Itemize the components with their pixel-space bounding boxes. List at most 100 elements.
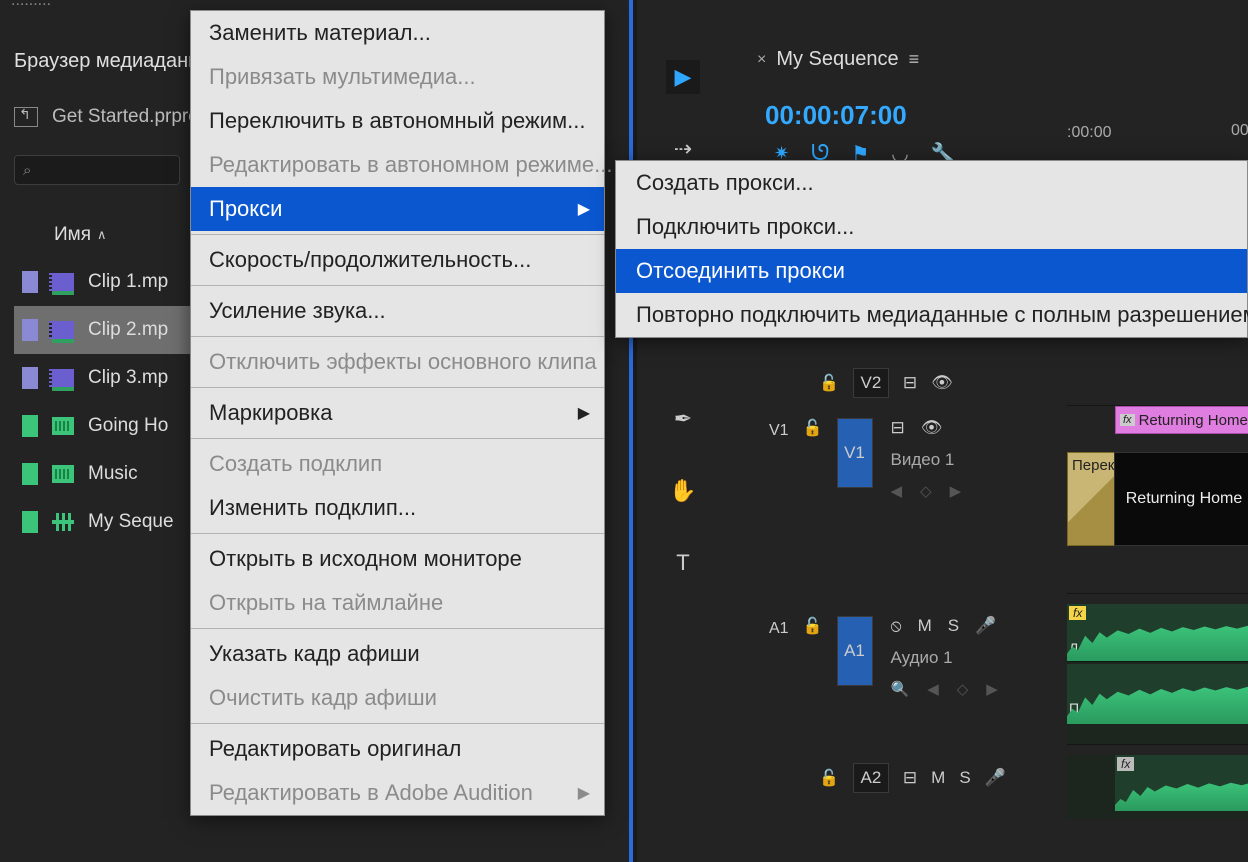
sync-lock-icon[interactable]: ⊟ (891, 418, 905, 438)
folder-up-icon[interactable] (14, 107, 38, 127)
menu-item-replace-footage[interactable]: Заменить материал... (191, 11, 604, 55)
eye-icon[interactable]: 👁 (931, 373, 953, 393)
list-item[interactable]: My Seque (14, 498, 190, 546)
eye-icon[interactable]: 👁 (921, 418, 943, 438)
submenu-item-attach-proxies[interactable]: Подключить прокси... (616, 205, 1247, 249)
source-patch-v1[interactable]: V1 (769, 422, 789, 440)
list-item[interactable]: Going Ho (14, 402, 190, 450)
menu-item-make-offline[interactable]: Переключить в автономный режим... (191, 99, 604, 143)
menu-item-make-subclip: Создать подклип (191, 442, 604, 486)
track-header-a1[interactable]: A1 🔓 A1 ⦸ M S 🎤 Аудио 1 🔍 ◀ ◇ ▶ (747, 604, 1067, 745)
track-target-a1[interactable]: A1 (837, 616, 873, 686)
track-v2-lane[interactable] (1067, 360, 1248, 406)
track-a2-lane[interactable]: fx (1067, 755, 1248, 819)
track-v1-lane[interactable]: fx Returning Home Перек Returning Home (1067, 406, 1248, 594)
mute-button[interactable]: M (918, 616, 932, 636)
mute-button[interactable]: M (931, 768, 945, 788)
solo-button[interactable]: S (948, 616, 959, 636)
solo-button[interactable]: S (959, 768, 970, 788)
menu-item-label: Переключить в автономный режим... (209, 108, 586, 133)
zoom-icon[interactable]: 🔍 (891, 680, 910, 698)
prev-key-icon[interactable]: ◀ (927, 680, 939, 698)
menu-item-audio-gain[interactable]: Усиление звука... (191, 289, 604, 333)
track-target-v1[interactable]: V1 (837, 418, 873, 488)
selection-tool[interactable]: ▶ (666, 60, 700, 94)
menu-item-label: Очистить кадр афиши (209, 685, 437, 710)
menu-item-proxy[interactable]: Прокси▶ (191, 187, 604, 231)
source-patch-a1[interactable]: A1 (769, 620, 789, 638)
list-item[interactable]: Clip 2.mp (14, 306, 190, 354)
pen-tool[interactable]: ✒ (666, 402, 700, 436)
prev-key-icon[interactable]: ◀ (891, 482, 903, 500)
next-key-icon[interactable]: ▶ (986, 680, 998, 698)
item-label: Going Ho (88, 415, 168, 437)
waveform-icon (1115, 781, 1248, 811)
close-icon[interactable]: × (757, 51, 766, 69)
panel-top-timecode: ......... (11, 0, 51, 10)
menu-item-speed-duration[interactable]: Скорость/продолжительность... (191, 238, 604, 282)
project-search-input[interactable]: ⌕ (14, 155, 180, 185)
list-item[interactable]: Music (14, 450, 190, 498)
sequence-tab[interactable]: × My Sequence ≡ (757, 48, 919, 71)
search-field[interactable] (31, 163, 171, 178)
project-file-row: Get Started.prproj (14, 106, 203, 128)
audio-clip[interactable]: fx (1115, 755, 1248, 811)
timeline-content[interactable]: fx Returning Home Перек Returning Home f… (1067, 360, 1248, 819)
lock-icon[interactable]: 🔓 (819, 373, 839, 393)
project-file-name[interactable]: Get Started.prproj (52, 106, 203, 128)
next-key-icon[interactable]: ▶ (950, 482, 962, 500)
menu-item-set-poster-frame[interactable]: Указать кадр афиши (191, 632, 604, 676)
menu-item-label: Открыть в исходном мониторе (209, 546, 522, 571)
submenu-item-detach-proxies[interactable]: Отсоединить прокси (616, 249, 1247, 293)
sort-asc-icon: ∧ (97, 227, 107, 243)
menu-item-label[interactable]: Маркировка▶ (191, 391, 604, 435)
lock-icon[interactable]: 🔓 (819, 768, 839, 788)
title-clip[interactable]: fx Returning Home (1115, 406, 1248, 434)
menu-item-label: Редактировать оригинал (209, 736, 461, 761)
proxy-submenu[interactable]: Создать прокси... Подключить прокси... О… (615, 160, 1248, 338)
submenu-arrow-icon: ▶ (578, 199, 590, 219)
tab-menu-icon[interactable]: ≡ (909, 49, 920, 70)
track-target-a2[interactable]: A2 (853, 763, 889, 793)
add-key-icon[interactable]: ◇ (957, 680, 969, 698)
add-key-icon[interactable]: ◇ (920, 482, 932, 500)
transition-clip[interactable]: Перек (1067, 452, 1115, 546)
track-target-v2[interactable]: V2 (853, 368, 889, 398)
audio-clip[interactable]: fx Л (1067, 604, 1248, 662)
track-header-v1[interactable]: V1 🔓 V1 ⊟ 👁 Видео 1 ◀ ◇ ▶ (747, 406, 1067, 594)
sequence-tab-label: My Sequence (776, 48, 898, 71)
track-header-a2[interactable]: 🔓 A2 ⊟ M S 🎤 (747, 755, 1067, 801)
menu-item-edit-subclip[interactable]: Изменить подклип... (191, 486, 604, 530)
list-item[interactable]: Clip 3.mp (14, 354, 190, 402)
submenu-item-create-proxies[interactable]: Создать прокси... (616, 161, 1247, 205)
submenu-item-reconnect-full-res[interactable]: Повторно подключить медиаданные с полным… (616, 293, 1247, 337)
menu-item-edit-original[interactable]: Редактировать оригинал (191, 727, 604, 771)
fx-badge-icon: fx (1117, 757, 1134, 771)
playhead-timecode[interactable]: 00:00:07:00 (765, 100, 907, 131)
context-menu[interactable]: Заменить материал... Привязать мультимед… (190, 10, 605, 816)
menu-separator (191, 723, 604, 724)
lock-icon[interactable]: 🔓 (803, 418, 823, 438)
track-header-v2[interactable]: 🔓 V2 ⊟ 👁 (747, 360, 1067, 406)
type-tool[interactable]: T (666, 546, 700, 580)
menu-separator (191, 387, 604, 388)
track-a1-lane[interactable]: fx Л П (1067, 604, 1248, 745)
menu-item-label: Отключить эффекты основного клипа (209, 349, 597, 374)
mic-icon[interactable]: 🎤 (975, 616, 996, 636)
column-header-name[interactable]: Имя ∧ (54, 224, 107, 246)
menu-item-open-source-monitor[interactable]: Открыть в исходном мониторе (191, 537, 604, 581)
audio-clip-icon (52, 465, 74, 483)
sync-lock-icon[interactable]: ⊟ (903, 768, 917, 788)
audio-clip[interactable]: П (1067, 664, 1248, 724)
color-tag (22, 511, 38, 533)
lock-icon[interactable]: 🔓 (803, 616, 823, 636)
menu-separator (191, 336, 604, 337)
menu-item-edit-offline: Редактировать в автономном режиме... (191, 143, 604, 187)
hand-tool[interactable]: ✋ (666, 474, 700, 508)
list-item[interactable]: Clip 1.mp (14, 258, 190, 306)
menu-item-label: Подключить прокси... (636, 214, 854, 239)
video-clip[interactable]: Returning Home (1114, 452, 1248, 546)
mic-icon[interactable]: 🎤 (985, 768, 1006, 788)
nofx-icon[interactable]: ⦸ (891, 616, 902, 636)
sync-lock-icon[interactable]: ⊟ (903, 373, 917, 393)
